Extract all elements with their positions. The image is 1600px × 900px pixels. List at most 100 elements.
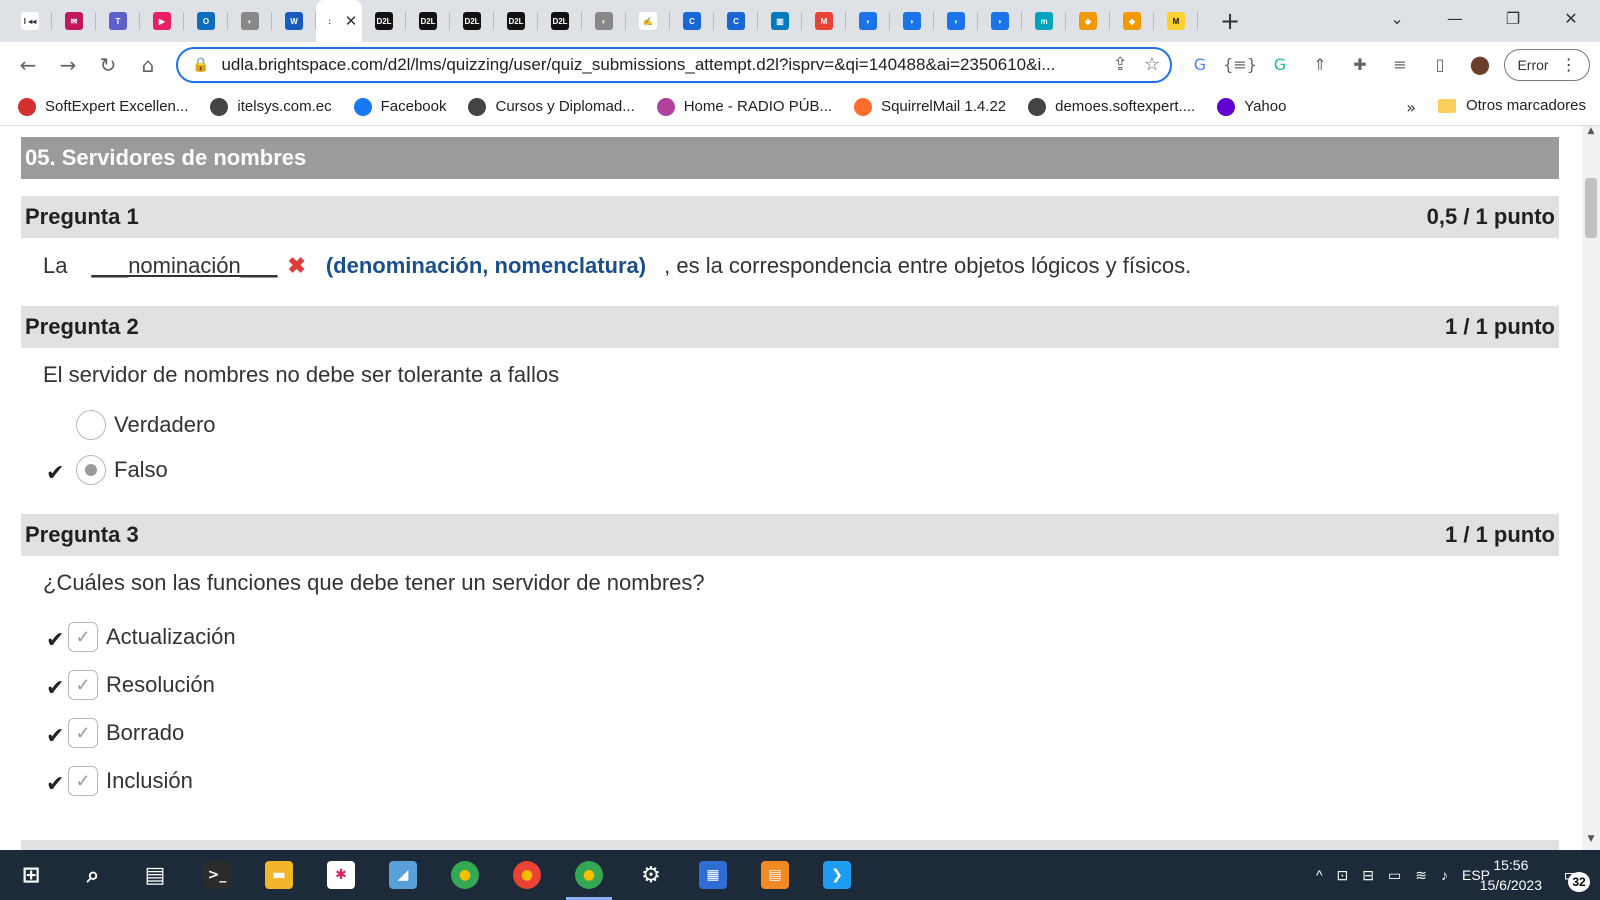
browser-tab[interactable]: M — [802, 0, 846, 42]
bookmark-item[interactable]: itelsys.com.ec — [210, 97, 332, 116]
taskbar-app[interactable]: ⊞ — [0, 850, 62, 900]
browser-tab[interactable]: ✍ — [626, 0, 670, 42]
browser-tab[interactable]: O — [184, 0, 228, 42]
checkbox-checked[interactable]: ✓ — [68, 670, 98, 700]
taskbar-app[interactable]: ⚙ — [620, 850, 682, 900]
lock-icon[interactable]: 🔒 — [192, 57, 209, 73]
browser-tab[interactable]: ◗ — [978, 0, 1022, 42]
bookmark-item[interactable]: Cursos y Diplomad... — [468, 97, 635, 116]
browser-tab[interactable]: ◆ — [1110, 0, 1154, 42]
browser-tab[interactable]: D2L — [450, 0, 494, 42]
scroll-up-icon[interactable]: ▲ — [1582, 126, 1600, 142]
new-tab-icon[interactable]: + — [1212, 7, 1248, 35]
clock[interactable]: 15:56 15/6/2023 — [1480, 855, 1542, 895]
browser-tab[interactable]: ◐ — [228, 0, 272, 42]
checkbox-checked[interactable]: ✓ — [68, 766, 98, 796]
browser-tab[interactable]: ▶ — [140, 0, 184, 42]
translate-icon[interactable]: G — [1186, 50, 1214, 78]
browser-tab[interactable]: D2L — [362, 0, 406, 42]
bookmark-item[interactable]: Yahoo — [1217, 97, 1286, 116]
teamviewer-icon[interactable]: ⊟ — [1362, 867, 1374, 884]
taskbar-app[interactable]: ▤ — [744, 850, 806, 900]
json-icon[interactable]: {≡} — [1223, 50, 1257, 78]
ext-grey-icon[interactable]: ⇑ — [1306, 50, 1334, 78]
taskbar-app[interactable]: ◢ — [372, 850, 434, 900]
browser-tab-active[interactable]: : ✕ — [316, 0, 362, 42]
browser-tab[interactable]: m — [1022, 0, 1066, 42]
browser-tab[interactable]: D2L — [494, 0, 538, 42]
close-window-icon[interactable]: ✕ — [1542, 0, 1600, 36]
other-bookmarks[interactable]: Otros marcadores — [1437, 97, 1586, 114]
taskbar-app[interactable]: ❯ — [806, 850, 868, 900]
minimize-icon[interactable]: — — [1426, 0, 1484, 36]
browser-tab[interactable]: C — [670, 0, 714, 42]
taskbar-app[interactable]: ● — [558, 850, 620, 900]
page-scrollbar[interactable]: ▲ ▼ — [1582, 126, 1600, 850]
taskbar-app[interactable]: ● — [434, 850, 496, 900]
bookmark-item[interactable]: Facebook — [353, 97, 446, 116]
option-borrado[interactable]: ✓ Borrado — [68, 718, 184, 748]
scroll-thumb[interactable] — [1585, 178, 1597, 238]
taskbar-app[interactable]: ⌕ — [62, 850, 124, 900]
option-falso[interactable]: Falso — [76, 455, 168, 485]
wifi-icon[interactable]: ≋ — [1415, 867, 1427, 884]
bookmark-item[interactable]: SoftExpert Excellen... — [18, 97, 188, 116]
option-resolucion[interactable]: ✓ Resolución — [68, 670, 215, 700]
scroll-down-icon[interactable]: ▼ — [1582, 834, 1600, 850]
radio-button-selected[interactable] — [76, 455, 106, 485]
notification-center[interactable]: ▭ 32 — [1556, 860, 1590, 892]
home-icon[interactable]: ⌂ — [128, 53, 168, 77]
checkbox-checked[interactable]: ✓ — [68, 622, 98, 652]
grammarly-icon[interactable]: G — [1266, 50, 1294, 78]
browser-tab[interactable]: ◗ — [934, 0, 978, 42]
share-icon[interactable]: ⇪ — [1113, 54, 1128, 75]
show-hidden-icon[interactable]: ^ — [1316, 867, 1323, 883]
browser-tab[interactable]: D2L — [538, 0, 582, 42]
bookmark-star-icon[interactable]: ☆ — [1144, 54, 1160, 75]
restore-icon[interactable]: ❐ — [1484, 0, 1542, 36]
meet-icon[interactable]: ⊡ — [1337, 867, 1349, 884]
volume-icon[interactable]: ♪ — [1441, 867, 1448, 883]
option-inclusion[interactable]: ✓ Inclusión — [68, 766, 193, 796]
tab-search-icon[interactable]: ⌄ — [1368, 0, 1426, 36]
more-bookmarks-icon[interactable]: » — [1406, 98, 1416, 117]
browser-tab[interactable]: ✉ — [52, 0, 96, 42]
puzzle-icon[interactable]: ✚ — [1346, 50, 1374, 78]
reload-icon[interactable]: ↻ — [88, 53, 128, 77]
browser-tab[interactable]: D2L — [406, 0, 450, 42]
option-actualizacion[interactable]: ✓ Actualización — [68, 622, 236, 652]
taskbar-app[interactable]: >_ — [186, 850, 248, 900]
media-queue-icon[interactable]: ≡ — [1386, 50, 1414, 78]
browser-tab[interactable]: M — [1154, 0, 1198, 42]
bookmark-item[interactable]: demoes.softexpert.... — [1028, 97, 1195, 116]
back-icon[interactable]: ← — [8, 53, 48, 77]
taskbar-app[interactable]: ▦ — [682, 850, 744, 900]
sidepanel-icon[interactable]: ▯ — [1426, 50, 1454, 78]
address-bar[interactable]: 🔒 udla.brightspace.com/d2l/lms/quizzing/… — [176, 47, 1172, 83]
bookmark-item[interactable]: SquirrelMail 1.4.22 — [854, 97, 1006, 116]
browser-tab[interactable]: ◐ — [582, 0, 626, 42]
taskbar-app[interactable]: ✱ — [310, 850, 372, 900]
menu-icon[interactable]: ⋮ — [1561, 55, 1577, 75]
browser-tab[interactable]: T — [96, 0, 140, 42]
browser-tab[interactable]: ▥ — [758, 0, 802, 42]
browser-tab[interactable]: I ◂◂ — [8, 0, 52, 42]
avatar-icon[interactable]: ● — [1466, 50, 1494, 78]
browser-tab[interactable]: ◗ — [890, 0, 934, 42]
checkbox-checked[interactable]: ✓ — [68, 718, 98, 748]
taskbar-app[interactable]: ● — [496, 850, 558, 900]
taskbar-app[interactable]: ▤ — [124, 850, 186, 900]
url-text[interactable]: udla.brightspace.com/d2l/lms/quizzing/us… — [221, 55, 1101, 75]
option-verdadero[interactable]: Verdadero — [76, 410, 216, 440]
browser-tab[interactable]: ◆ — [1066, 0, 1110, 42]
taskbar-app[interactable]: ▬ — [248, 850, 310, 900]
profile-error-button[interactable]: Error ⋮ — [1504, 49, 1590, 81]
battery-icon[interactable]: ▭ — [1388, 867, 1401, 884]
radio-button[interactable] — [76, 410, 106, 440]
browser-tab[interactable]: C — [714, 0, 758, 42]
bookmark-item[interactable]: Home - RADIO PÚB... — [656, 97, 832, 116]
tab-close-icon[interactable]: ✕ — [345, 12, 358, 30]
forward-icon[interactable]: → — [48, 53, 88, 77]
browser-tab[interactable]: W — [272, 0, 316, 42]
browser-tab[interactable]: ◗ — [846, 0, 890, 42]
